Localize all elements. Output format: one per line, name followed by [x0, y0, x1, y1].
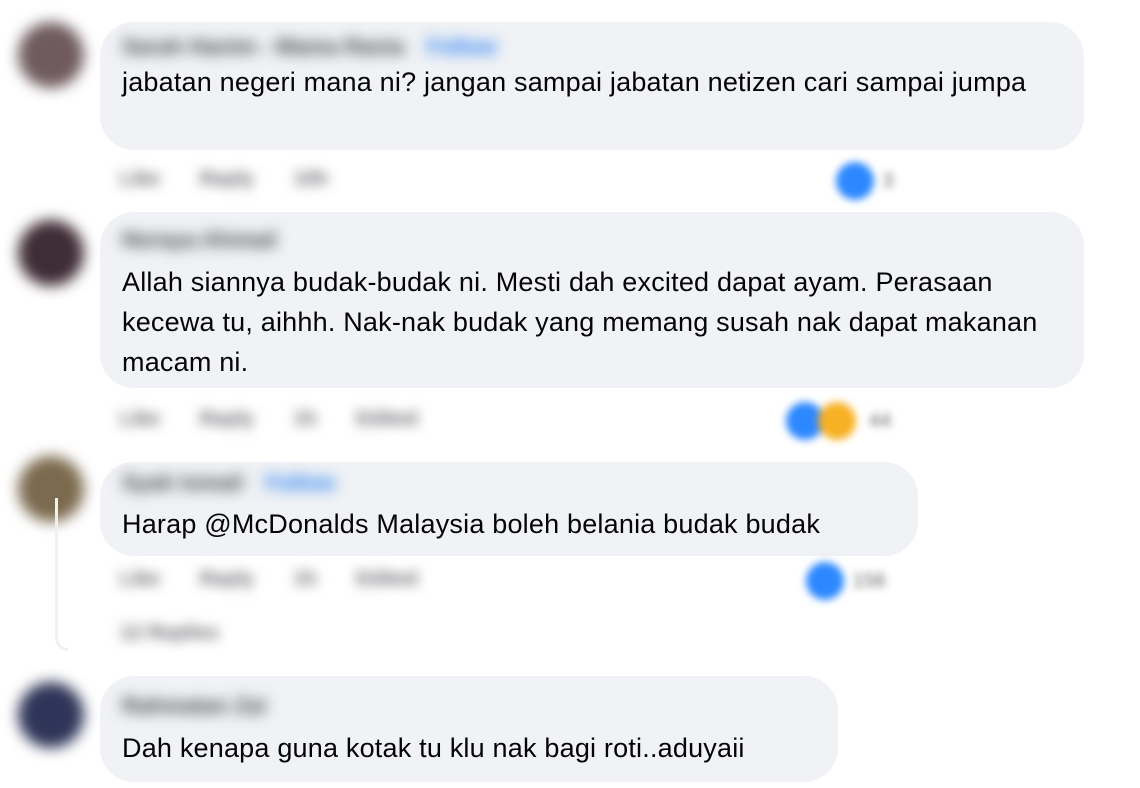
- like-button[interactable]: Like: [120, 568, 160, 591]
- reaction-count: 44: [868, 409, 892, 432]
- avatar[interactable]: [18, 682, 84, 748]
- reaction-summary[interactable]: 3: [836, 162, 894, 202]
- reply-button[interactable]: Reply: [200, 568, 254, 591]
- reply-button[interactable]: Reply: [200, 168, 254, 191]
- author-row: Noraya Ahmad: [122, 228, 276, 254]
- like-button[interactable]: Like: [120, 408, 160, 431]
- comment-text: jabatan negeri mana ni? jangan sampai ja…: [122, 67, 1027, 97]
- author-row: Sarah Hanim - Mama Rania Follow: [122, 34, 497, 60]
- comment-bubble: Noraya Ahmad Allah siannya budak-budak n…: [100, 212, 1084, 388]
- like-reaction-icon: [806, 562, 844, 600]
- comment-bubble: Sarah Hanim - Mama Rania Follow jabatan …: [100, 22, 1084, 150]
- reply-thread-line: [55, 498, 68, 651]
- view-replies-link[interactable]: 12 Replies: [120, 622, 219, 652]
- timestamp[interactable]: 10h: [294, 168, 328, 191]
- author-name[interactable]: Noraya Ahmad: [122, 228, 276, 252]
- comment-text: Allah siannya budak-budak ni. Mesti dah …: [122, 267, 1038, 377]
- comment-actions: Like Reply 10h: [120, 168, 362, 198]
- author-name[interactable]: Sarah Hanim - Mama Rania: [122, 35, 404, 59]
- timestamp[interactable]: 1h: [294, 408, 317, 431]
- comment-actions: Like Reply 1h Edited: [120, 568, 452, 598]
- like-button[interactable]: Like: [120, 168, 160, 191]
- edited-label: Edited: [356, 408, 418, 430]
- haha-reaction-icon: [818, 402, 857, 440]
- comment-text: Harap @McDonalds Malaysia boleh belania …: [122, 509, 821, 539]
- follow-button[interactable]: Follow: [427, 34, 497, 60]
- comment-actions: Like Reply 1h Edited: [120, 408, 452, 438]
- timestamp[interactable]: 1h: [294, 568, 317, 591]
- author-row: Syah Ismail Follow: [122, 470, 335, 496]
- edited-label: Edited: [356, 568, 418, 590]
- reaction-count: 156: [852, 569, 886, 592]
- comment-text: Dah kenapa guna kotak tu klu nak bagi ro…: [122, 733, 745, 763]
- like-reaction-icon: [836, 162, 874, 200]
- author-name[interactable]: Rahmatan Zai: [122, 694, 266, 718]
- reaction-summary[interactable]: 156: [806, 562, 886, 602]
- reaction-summary[interactable]: 44: [786, 402, 891, 442]
- comment-bubble: Syah Ismail Follow Harap @McDonalds Mala…: [100, 462, 918, 556]
- author-row: Rahmatan Zai: [122, 694, 266, 720]
- avatar[interactable]: [18, 456, 84, 522]
- author-name[interactable]: Syah Ismail: [122, 471, 243, 495]
- reaction-count: 3: [882, 169, 894, 192]
- avatar[interactable]: [18, 220, 84, 286]
- follow-button[interactable]: Follow: [266, 470, 336, 496]
- reply-button[interactable]: Reply: [200, 408, 254, 431]
- avatar[interactable]: [18, 22, 84, 88]
- comment-bubble: Rahmatan Zai Dah kenapa guna kotak tu kl…: [100, 676, 838, 782]
